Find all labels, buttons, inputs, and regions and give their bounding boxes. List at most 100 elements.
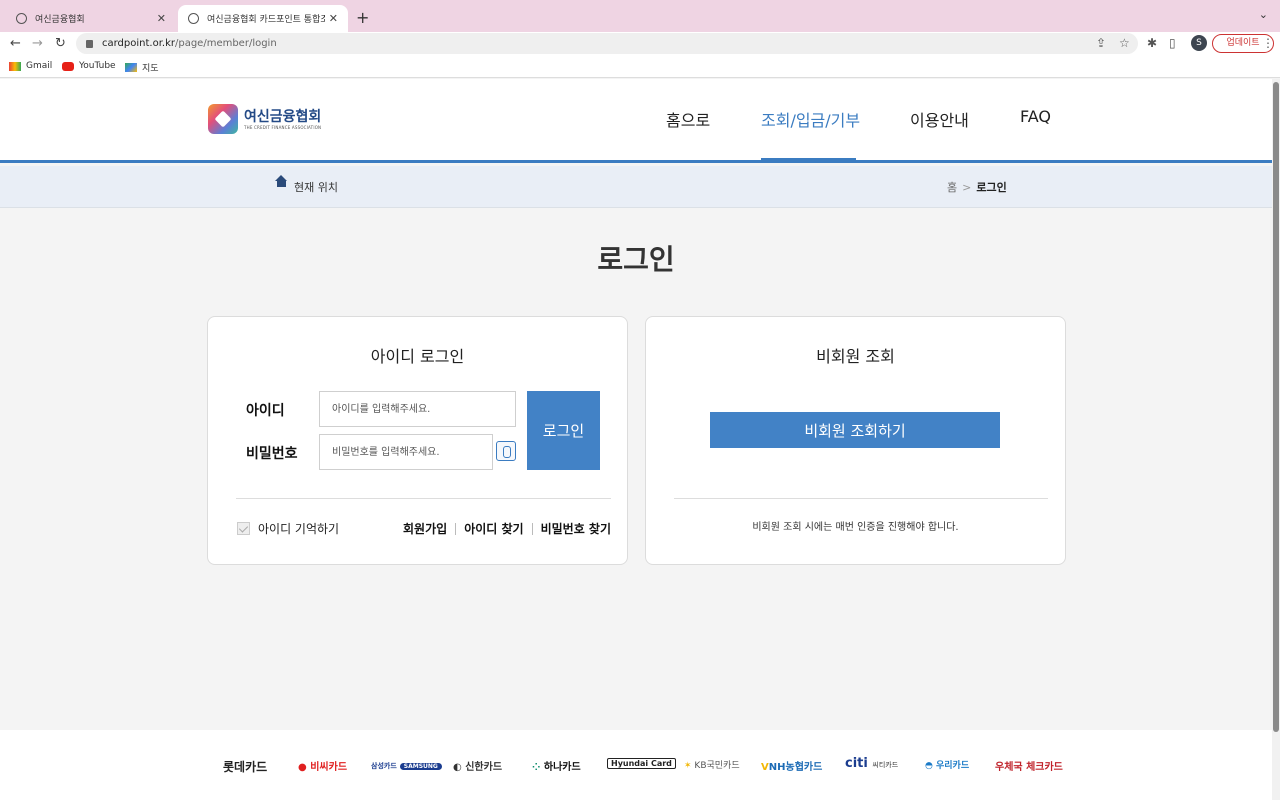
browser-tab-active[interactable]: 여신금융협회 카드포인트 통합조회 시 ✕ — [178, 5, 348, 32]
url-path: /page/member/login — [174, 38, 277, 49]
gmail-icon — [9, 61, 21, 71]
page-title: 로그인 — [597, 243, 675, 276]
home-icon — [275, 175, 287, 189]
divider — [531, 522, 533, 535]
shinhan-card-logo[interactable]: ◐ 신한카드 — [453, 758, 502, 773]
url-host: cardpoint.or.kr — [102, 38, 175, 49]
more-menu-icon[interactable]: ⋮ — [1262, 36, 1274, 50]
nh-card-logo[interactable]: VNH농협카드 — [761, 758, 822, 773]
login-panel-title: 아이디 로그인 — [370, 347, 465, 366]
new-tab-icon[interactable]: + — [356, 8, 369, 27]
logo-mark-icon — [208, 104, 238, 134]
bc-card-logo[interactable]: ● 비씨카드 — [298, 758, 347, 773]
nav-guide[interactable]: 이용안내 — [910, 107, 969, 131]
youtube-icon — [62, 61, 74, 71]
breadcrumb-current: 로그인 — [976, 181, 1007, 194]
id-label: 아이디 — [246, 403, 285, 419]
back-arrow-icon[interactable]: ← — [10, 36, 21, 51]
divider — [455, 522, 457, 535]
citi-wordmark: citi — [845, 756, 868, 771]
bookmark-youtube[interactable]: YouTube — [62, 61, 116, 71]
guest-note: 비회원 조회 시에는 매번 인증을 진행해야 합니다. — [752, 522, 959, 533]
breadcrumb-home[interactable]: 홈 — [947, 181, 957, 194]
nav-active-indicator — [761, 158, 856, 161]
remember-id-label: 아이디 기억하기 — [258, 522, 340, 536]
hana-card-logo[interactable]: ⁘ 하나카드 — [532, 758, 581, 773]
password-input[interactable] — [319, 434, 493, 470]
globe-icon — [188, 13, 199, 24]
tab-title: 여신금융협회 카드포인트 통합조회 시 — [207, 15, 325, 25]
id-input[interactable] — [319, 391, 516, 427]
maps-icon — [125, 63, 137, 72]
samsung-wordmark: SAMSUNG — [399, 763, 442, 770]
globe-icon — [16, 13, 27, 24]
address-bar[interactable]: cardpoint.or.kr/page/member/login — [76, 33, 1138, 54]
browser-tab[interactable]: 여신금융협회 ✕ — [6, 5, 176, 32]
guest-panel-title: 비회원 조회 — [816, 347, 895, 366]
close-tab-icon[interactable]: ✕ — [157, 12, 166, 25]
close-tab-icon[interactable]: ✕ — [329, 12, 338, 25]
woori-card-label: 우리카드 — [936, 761, 970, 771]
breadcrumb-label: 현재 위치 — [294, 181, 338, 194]
browser-tab-bar: 여신금융협회 ✕ 여신금융협회 카드포인트 통합조회 시 ✕ + ⌄ — [0, 0, 1280, 32]
bookmark-label: 지도 — [142, 64, 159, 74]
site-header: 여신금융협회 THE CREDIT FINANCE ASSOCIATION 홈으… — [0, 79, 1272, 163]
nh-card-label: NH농협카드 — [768, 762, 823, 773]
bookmark-maps[interactable]: 지도 — [125, 61, 159, 74]
profile-avatar[interactable]: S — [1191, 35, 1207, 51]
hyundai-card-logo[interactable]: Hyundai Card — [607, 758, 676, 769]
nav-inquiry[interactable]: 조회/입금/기부 — [761, 107, 860, 131]
kb-card-label: KB국민카드 — [694, 761, 740, 771]
star-icon[interactable]: ☆ — [1119, 36, 1130, 50]
signup-link[interactable]: 회원가입 — [403, 520, 447, 537]
logo-text: 여신금융협회 THE CREDIT FINANCE ASSOCIATION — [244, 109, 321, 130]
guest-inquiry-panel: 비회원 조회 비회원 조회하기 비회원 조회 시에는 매번 인증을 진행해야 합… — [645, 316, 1066, 565]
citi-card-logo[interactable]: citi 씨티카드 — [845, 756, 898, 771]
breadcrumb-trail: 홈 > 로그인 — [947, 179, 1007, 195]
woori-card-logo[interactable]: ◓ 우리카드 — [925, 758, 969, 771]
lotte-card-logo[interactable]: 롯데카드 — [223, 758, 267, 775]
site-logo[interactable]: 여신금융협회 THE CREDIT FINANCE ASSOCIATION — [208, 104, 321, 134]
browser-toolbar: ← → ↻ cardpoint.or.kr/page/member/login … — [0, 32, 1280, 56]
find-password-link[interactable]: 비밀번호 찾기 — [541, 520, 611, 537]
checkbox-icon[interactable] — [237, 522, 250, 535]
divider — [236, 498, 611, 499]
post-office-card-logo[interactable]: 우체국 체크카드 — [995, 758, 1063, 773]
hana-card-label: 하나카드 — [543, 762, 581, 773]
login-button[interactable]: 로그인 — [527, 391, 600, 470]
side-panel-icon[interactable]: ▯ — [1169, 36, 1176, 50]
divider — [674, 498, 1048, 499]
password-label: 비밀번호 — [246, 446, 298, 462]
account-links: 회원가입 아이디 찾기 비밀번호 찾기 — [403, 520, 611, 537]
find-id-link[interactable]: 아이디 찾기 — [464, 520, 523, 537]
nav-faq[interactable]: FAQ — [1020, 107, 1051, 126]
guest-inquiry-button[interactable]: 비회원 조회하기 — [710, 412, 1000, 448]
shinhan-card-label: 신한카드 — [465, 762, 503, 773]
remember-id-checkbox[interactable]: 아이디 기억하기 — [237, 520, 339, 537]
breadcrumb-separator-icon: > — [962, 181, 972, 194]
nav-home[interactable]: 홈으로 — [666, 107, 710, 131]
scrollbar-thumb[interactable] — [1273, 82, 1279, 732]
bookmark-label: Gmail — [26, 61, 53, 71]
logo-korean: 여신금융협회 — [244, 108, 322, 125]
bookmark-gmail[interactable]: Gmail — [9, 61, 52, 71]
card-company-footer: 롯데카드 ● 비씨카드 삼성카드 SAMSUNG ◐ 신한카드 ⁘ 하나카드 Hy… — [0, 730, 1272, 800]
forward-arrow-icon[interactable]: → — [32, 36, 43, 51]
breadcrumb: 현재 위치 홈 > 로그인 — [0, 166, 1272, 208]
bookmarks-bar: Gmail YouTube 지도 — [0, 56, 1280, 78]
samsung-card-label: 삼성카드 — [371, 762, 397, 770]
tab-search-chevron-icon[interactable]: ⌄ — [1259, 8, 1268, 21]
share-icon[interactable]: ⇪ — [1096, 36, 1106, 50]
bc-card-label: 비씨카드 — [310, 762, 348, 773]
extensions-icon[interactable]: ✱ — [1147, 36, 1157, 50]
lock-icon — [86, 39, 93, 48]
logo-english: THE CREDIT FINANCE ASSOCIATION — [244, 124, 322, 130]
citi-card-label: 씨티카드 — [872, 761, 899, 769]
tab-title: 여신금융협회 — [35, 15, 85, 25]
id-login-panel: 아이디 로그인 아이디 비밀번호 로그인 아이디 기억하기 회원가입 아이디 찾… — [207, 316, 628, 565]
virtual-keyboard-icon[interactable] — [496, 441, 516, 461]
reload-icon[interactable]: ↻ — [55, 36, 66, 51]
samsung-card-logo[interactable]: 삼성카드 SAMSUNG — [371, 761, 442, 771]
bookmark-label: YouTube — [79, 61, 116, 71]
kb-card-logo[interactable]: ✶ KB국민카드 — [684, 758, 740, 771]
